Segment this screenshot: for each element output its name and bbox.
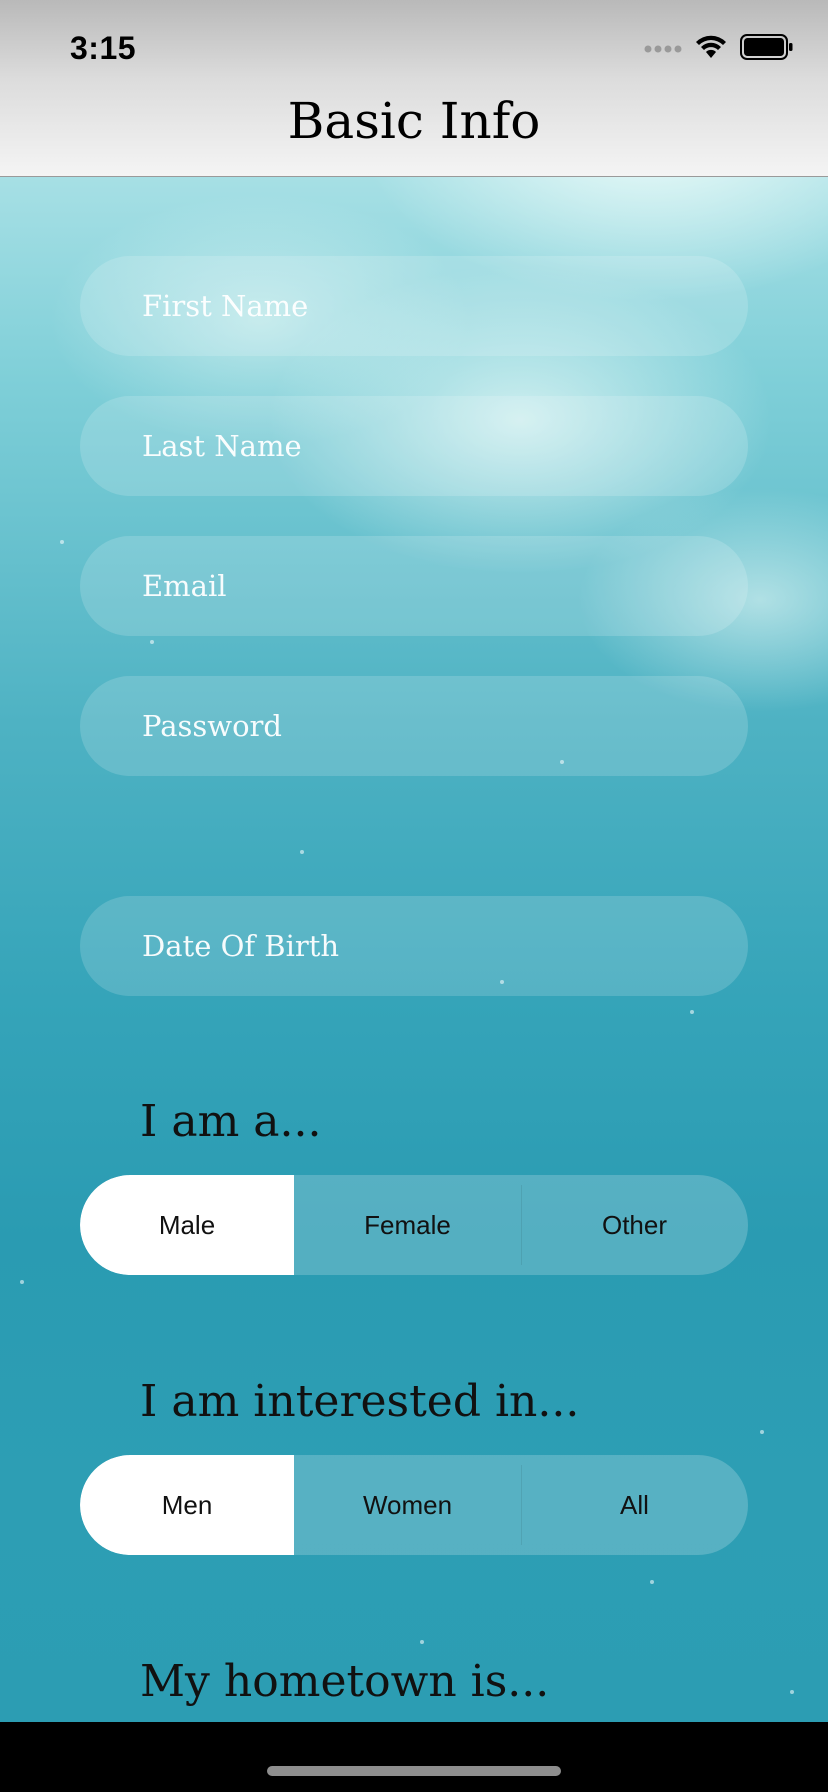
status-time: 3:15 bbox=[70, 30, 137, 66]
email-field[interactable] bbox=[140, 568, 704, 604]
status-icons bbox=[644, 34, 794, 65]
last-name-field-container bbox=[80, 396, 748, 496]
gender-segmented-control: Male Female Other bbox=[80, 1175, 748, 1275]
segment-male[interactable]: Male bbox=[80, 1175, 294, 1275]
interest-heading: I am interested in... bbox=[140, 1376, 580, 1427]
home-indicator[interactable] bbox=[267, 1766, 561, 1776]
segment-men[interactable]: Men bbox=[80, 1455, 294, 1555]
battery-icon bbox=[740, 34, 794, 65]
segment-female[interactable]: Female bbox=[294, 1175, 521, 1275]
email-field-container bbox=[80, 536, 748, 636]
wifi-icon bbox=[694, 34, 728, 65]
signal-icon bbox=[644, 41, 682, 59]
last-name-field[interactable] bbox=[140, 428, 704, 464]
password-field-container bbox=[80, 676, 748, 776]
password-field[interactable] bbox=[140, 708, 704, 744]
basic-info-screen: 3:15 Basic Info First Name Last Name Ema… bbox=[0, 0, 828, 1792]
segment-all[interactable]: All bbox=[521, 1455, 748, 1555]
page-title: Basic Info bbox=[287, 92, 541, 150]
date-of-birth-field-container bbox=[80, 896, 748, 996]
first-name-field-container bbox=[80, 256, 748, 356]
first-name-field[interactable] bbox=[140, 288, 704, 324]
segment-women[interactable]: Women bbox=[294, 1455, 521, 1555]
date-of-birth-field[interactable] bbox=[140, 928, 704, 964]
home-indicator-area bbox=[0, 1722, 828, 1792]
gender-heading: I am a... bbox=[140, 1096, 322, 1147]
segment-other[interactable]: Other bbox=[521, 1175, 748, 1275]
navigation-bar: 3:15 Basic Info bbox=[0, 0, 828, 177]
hometown-heading: My hometown is... bbox=[140, 1656, 550, 1707]
interest-segmented-control: Men Women All bbox=[80, 1455, 748, 1555]
